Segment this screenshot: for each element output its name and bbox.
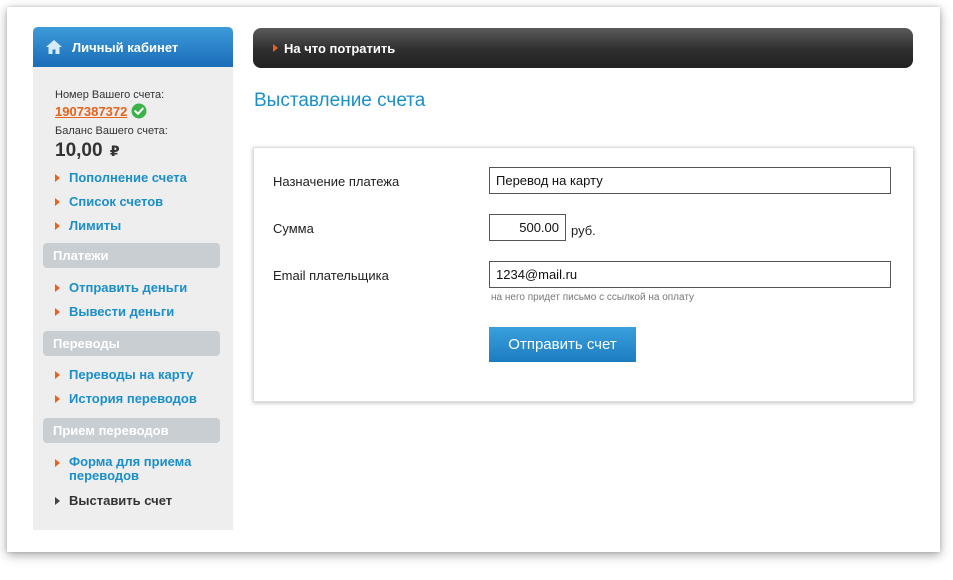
invoice-form: Назначение платежа Сумма руб. Email плат… [253,147,914,402]
home-icon [45,39,63,55]
triangle-right-icon [55,174,60,182]
section-payments-header: Платежи [43,243,220,268]
check-circle-icon [131,103,147,119]
transfers-links: Переводы на карту История переводов [33,356,233,415]
section-transfers-header: Переводы [43,331,220,356]
email-hint: на него придет письмо с ссылкой на оплат… [491,292,695,303]
sidebar-header[interactable]: Личный кабинет [33,27,233,67]
account-number-label: Номер Вашего счета: [55,89,165,101]
sidebar-item-label: Выставить счет [69,493,173,508]
top-bar-title: На что потратить [284,40,396,56]
page-title: Выставление счета [254,90,426,111]
payments-links: Отправить деньги Вывести деньги [33,268,233,328]
send-invoice-button[interactable]: Отправить счет [489,327,636,362]
triangle-right-icon [55,308,60,316]
purpose-input[interactable] [489,167,891,194]
balance-amount: 10,00 ₽ [55,140,233,162]
sidebar-item-label: Пополнение счета [69,170,187,185]
account-links: Пополнение счета Список счетов Лимиты [33,162,233,242]
sidebar-item-label: Лимиты [69,218,122,233]
sidebar-item-send-money[interactable]: Отправить деньги [55,280,233,304]
sidebar-item-transfer-history[interactable]: История переводов [55,391,233,415]
amount-unit: руб. [571,223,596,238]
triangle-right-icon [273,44,278,52]
balance-value: 10,00 [55,140,103,161]
email-input[interactable] [489,261,891,288]
triangle-right-icon [55,222,60,230]
triangle-right-icon [55,198,60,206]
sidebar-item-label: Список счетов [69,194,164,209]
triangle-right-icon [55,284,60,292]
sidebar-item-top-up[interactable]: Пополнение счета [55,170,233,194]
sidebar-item-limits[interactable]: Лимиты [55,218,233,242]
amount-input[interactable] [489,214,566,241]
account-info: Номер Вашего счета: 1907387372 Баланс Ва… [33,67,233,162]
balance-label: Баланс Вашего счета: [55,125,168,137]
sidebar-item-label: Переводы на карту [69,367,194,382]
triangle-right-icon [55,459,60,467]
top-bar[interactable]: На что потратить [253,28,913,68]
account-number-link[interactable]: 1907387372 [55,104,127,119]
sidebar-item-label: Отправить деньги [69,280,188,295]
email-label: Email плательщика [273,268,389,283]
sidebar-item-account-list[interactable]: Список счетов [55,194,233,218]
sidebar-item-card-transfers[interactable]: Переводы на карту [55,367,233,391]
triangle-right-icon [55,497,60,505]
sidebar-item-withdraw[interactable]: Вывести деньги [55,304,233,328]
sidebar-item-label: Форма для приема переводов [69,454,192,483]
triangle-right-icon [55,371,60,379]
amount-label: Сумма [273,221,314,236]
sidebar-item-issue-invoice[interactable]: Выставить счет [55,493,233,517]
sidebar-item-label: История переводов [69,391,197,406]
sidebar-item-label: Вывести деньги [69,304,175,319]
currency-symbol: ₽ [109,143,120,159]
purpose-label: Назначение платежа [273,174,400,189]
section-receiving-header: Прием переводов [43,418,220,443]
sidebar-header-title: Личный кабинет [72,39,179,55]
sidebar-item-receive-form[interactable]: Форма для приема переводов [55,455,233,493]
receiving-links: Форма для приема переводов Выставить сче… [33,443,233,517]
sidebar: Личный кабинет Номер Вашего счета: 19073… [33,27,233,530]
triangle-right-icon [55,395,60,403]
